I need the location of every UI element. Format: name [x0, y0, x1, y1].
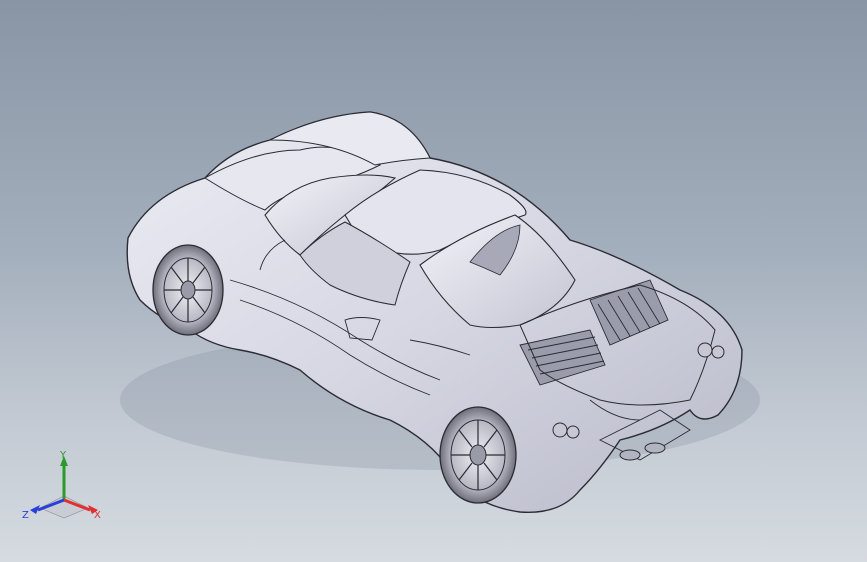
car-3d-model[interactable]: [0, 0, 867, 562]
x-axis-label: X: [94, 510, 101, 521]
graphics-viewport[interactable]: Y X Z: [0, 0, 867, 562]
rear-wheel: [439, 406, 517, 504]
z-axis-label: Z: [22, 510, 29, 521]
front-wheel: [152, 244, 224, 336]
view-orientation-triad[interactable]: Y X Z: [20, 450, 110, 530]
y-axis-label: Y: [59, 450, 67, 461]
